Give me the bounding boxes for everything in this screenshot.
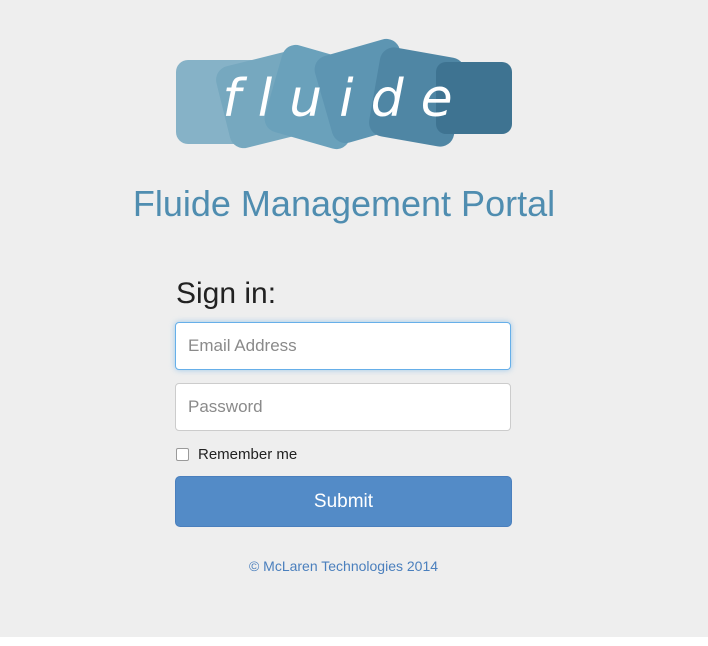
copyright-text: © McLaren Technologies 2014	[248, 558, 439, 574]
email-input[interactable]	[175, 322, 511, 370]
page-title: Fluide Management Portal	[132, 183, 556, 224]
login-page: fluide Fluide Management Portal Sign in:…	[0, 0, 708, 637]
submit-button[interactable]: Submit	[175, 476, 512, 527]
remember-me-row[interactable]: Remember me	[175, 444, 297, 464]
logo-graphic: fluide	[176, 38, 512, 150]
password-input[interactable]	[175, 383, 511, 431]
remember-me-label[interactable]: Remember me	[198, 446, 297, 463]
logo-text: fluide	[222, 69, 469, 129]
fluide-logo: fluide	[174, 38, 514, 160]
remember-me-checkbox[interactable]	[176, 447, 189, 461]
sign-in-heading: Sign in:	[176, 277, 277, 310]
